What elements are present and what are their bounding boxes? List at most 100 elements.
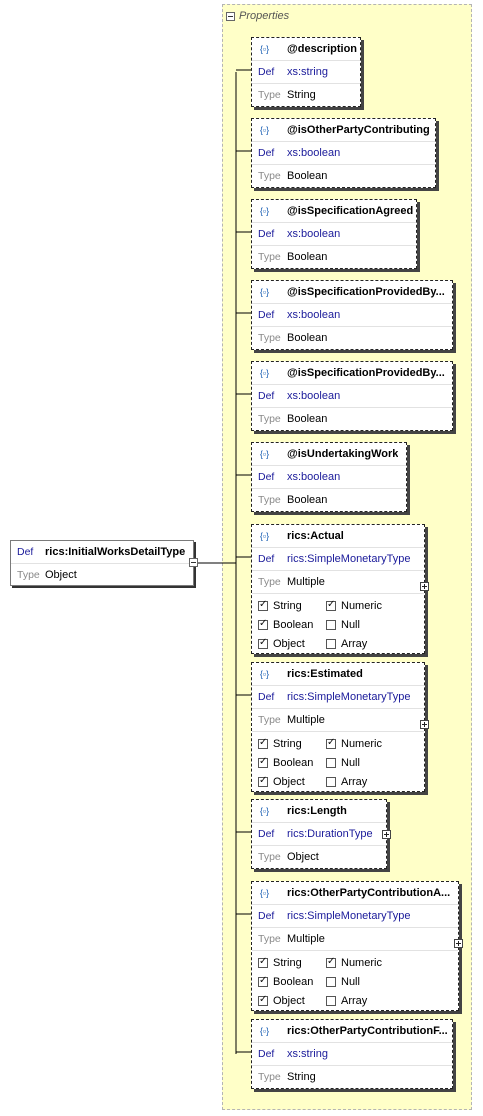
checkbox-array[interactable]: Array — [326, 638, 394, 650]
expand-icon[interactable] — [420, 582, 429, 591]
property-name: @description — [287, 43, 358, 55]
def-label: Def — [258, 828, 275, 840]
checkbox-label: Boolean — [273, 975, 314, 988]
checkbox-numeric[interactable]: Numeric — [326, 599, 394, 612]
checkbox-numeric[interactable]: Numeric — [326, 956, 394, 969]
property-name: @isSpecificationAgreed — [287, 205, 414, 217]
checkbox-numeric[interactable]: Numeric — [326, 737, 394, 750]
attribute-icon: {▫} — [259, 205, 270, 216]
property-def: rics:DurationType — [287, 828, 373, 840]
node-type-row: Type Boolean — [252, 407, 452, 430]
expand-icon[interactable] — [454, 939, 463, 948]
checkbox-label: Null — [341, 618, 360, 631]
checkbox-label: Object — [273, 637, 305, 650]
root-type-box[interactable]: Def rics:InitialWorksDetailType Type Obj… — [10, 540, 194, 586]
node-header: {▫} rics:Length — [252, 800, 386, 822]
checkbox-null[interactable]: Null — [326, 757, 394, 769]
attribute-icon: {▫} — [259, 43, 270, 54]
attribute-icon: {▫} — [259, 124, 270, 135]
checkbox-boolean[interactable]: Boolean — [258, 975, 326, 988]
property-def: xs:boolean — [287, 147, 341, 159]
checkbox-string[interactable]: String — [258, 956, 326, 969]
property-node-estimated[interactable]: {▫} rics:Estimated Def rics:SimpleMoneta… — [251, 662, 429, 792]
checkbox-boolean[interactable]: Boolean — [258, 756, 326, 769]
node-def-row: Def rics:DurationType — [252, 822, 386, 845]
attribute-icon: {▫} — [259, 367, 270, 378]
property-name: @isSpecificationProvidedBy... — [287, 286, 445, 298]
property-node-isspecificationagreed[interactable]: {▫} @isSpecificationAgreed Def xs:boolea… — [251, 199, 417, 269]
type-label: Type — [258, 89, 281, 101]
property-type: Boolean — [287, 332, 328, 344]
def-label: Def — [17, 546, 34, 558]
checkbox-label: String — [273, 599, 302, 612]
type-label: Type — [258, 714, 281, 726]
checkbox-label: String — [273, 956, 302, 969]
checkbox-label: Null — [341, 756, 360, 769]
root-def-row: Def rics:InitialWorksDetailType — [11, 541, 193, 563]
property-type: Multiple — [287, 714, 325, 726]
node-header: {▫} rics:Estimated — [252, 663, 424, 685]
type-label: Type — [258, 851, 281, 863]
checkbox-null[interactable]: Null — [326, 976, 394, 988]
checkbox-object[interactable]: Object — [258, 775, 326, 788]
checkbox-object[interactable]: Object — [258, 994, 326, 1007]
checkbox-label: Boolean — [273, 756, 314, 769]
def-label: Def — [258, 553, 275, 565]
property-name: rics:Estimated — [287, 668, 363, 680]
checkbox-label: Array — [341, 775, 368, 788]
type-checkboxes: String Numeric Boolean Null Object Array — [252, 950, 458, 1010]
property-node-isspecificationprovidedby-1[interactable]: {▫} @isSpecificationProvidedBy... Def xs… — [251, 280, 453, 350]
node-def-row: Def rics:SimpleMonetaryType — [252, 904, 458, 927]
checkbox-string[interactable]: String — [258, 599, 326, 612]
property-node-otherpartycontributiona[interactable]: {▫} rics:OtherPartyContributionA... Def … — [251, 881, 463, 1011]
root-collapse-icon[interactable] — [189, 558, 198, 567]
checkbox-array[interactable]: Array — [326, 995, 394, 1007]
property-type: Boolean — [287, 170, 328, 182]
property-node-otherpartycontributionf[interactable]: {▫} rics:OtherPartyContributionF... Def … — [251, 1019, 453, 1089]
property-name: rics:OtherPartyContributionF... — [287, 1025, 448, 1037]
type-checkboxes: String Numeric Boolean Null Object Array — [252, 731, 424, 791]
property-node-isspecificationprovidedby-2[interactable]: {▫} @isSpecificationProvidedBy... Def xs… — [251, 361, 453, 431]
property-def: xs:boolean — [287, 309, 341, 321]
checkbox-null[interactable]: Null — [326, 619, 394, 631]
attribute-icon: {▫} — [259, 448, 270, 459]
element-icon: {▫} — [259, 1025, 270, 1036]
node-header: {▫} rics:OtherPartyContributionF... — [252, 1020, 452, 1042]
node-def-row: Def xs:boolean — [252, 303, 452, 326]
node-def-row: Def xs:boolean — [252, 141, 435, 164]
checkbox-boolean[interactable]: Boolean — [258, 618, 326, 631]
def-label: Def — [258, 309, 275, 321]
checkbox-label: Null — [341, 975, 360, 988]
checkbox-label: Numeric — [341, 599, 382, 612]
type-label: Type — [258, 576, 281, 588]
property-node-isotherpartycontributing[interactable]: {▫} @isOtherPartyContributing Def xs:boo… — [251, 118, 436, 188]
expand-icon[interactable] — [382, 830, 391, 839]
checkbox-array[interactable]: Array — [326, 776, 394, 788]
element-icon: {▫} — [259, 805, 270, 816]
node-header: {▫} rics:OtherPartyContributionA... — [252, 882, 458, 904]
property-node-isundertakingwork[interactable]: {▫} @isUndertakingWork Def xs:boolean Ty… — [251, 442, 407, 512]
property-type: Multiple — [287, 933, 325, 945]
property-node-actual[interactable]: {▫} rics:Actual Def rics:SimpleMonetaryT… — [251, 524, 429, 654]
node-header: {▫} @isSpecificationProvidedBy... — [252, 362, 452, 384]
type-label: Type — [258, 494, 281, 506]
element-icon: {▫} — [259, 530, 270, 541]
property-def: xs:string — [287, 1048, 328, 1060]
def-label: Def — [258, 390, 275, 402]
property-node-length[interactable]: {▫} rics:Length Def rics:DurationType Ty… — [251, 799, 391, 869]
root-type-value: Object — [45, 569, 77, 581]
node-header: {▫} @description — [252, 38, 360, 60]
node-header: {▫} @isSpecificationProvidedBy... — [252, 281, 452, 303]
type-label: Type — [258, 1071, 281, 1083]
checkbox-label: Numeric — [341, 956, 382, 969]
element-icon: {▫} — [259, 668, 270, 679]
expand-icon[interactable] — [420, 720, 429, 729]
checkbox-object[interactable]: Object — [258, 637, 326, 650]
property-node-description[interactable]: {▫} @description Def xs:string Type Stri… — [251, 37, 361, 107]
def-label: Def — [258, 691, 275, 703]
property-def: rics:SimpleMonetaryType — [287, 553, 411, 565]
node-def-row: Def xs:string — [252, 1042, 452, 1065]
checkbox-string[interactable]: String — [258, 737, 326, 750]
property-type: Boolean — [287, 251, 328, 263]
property-name: rics:Actual — [287, 530, 344, 542]
